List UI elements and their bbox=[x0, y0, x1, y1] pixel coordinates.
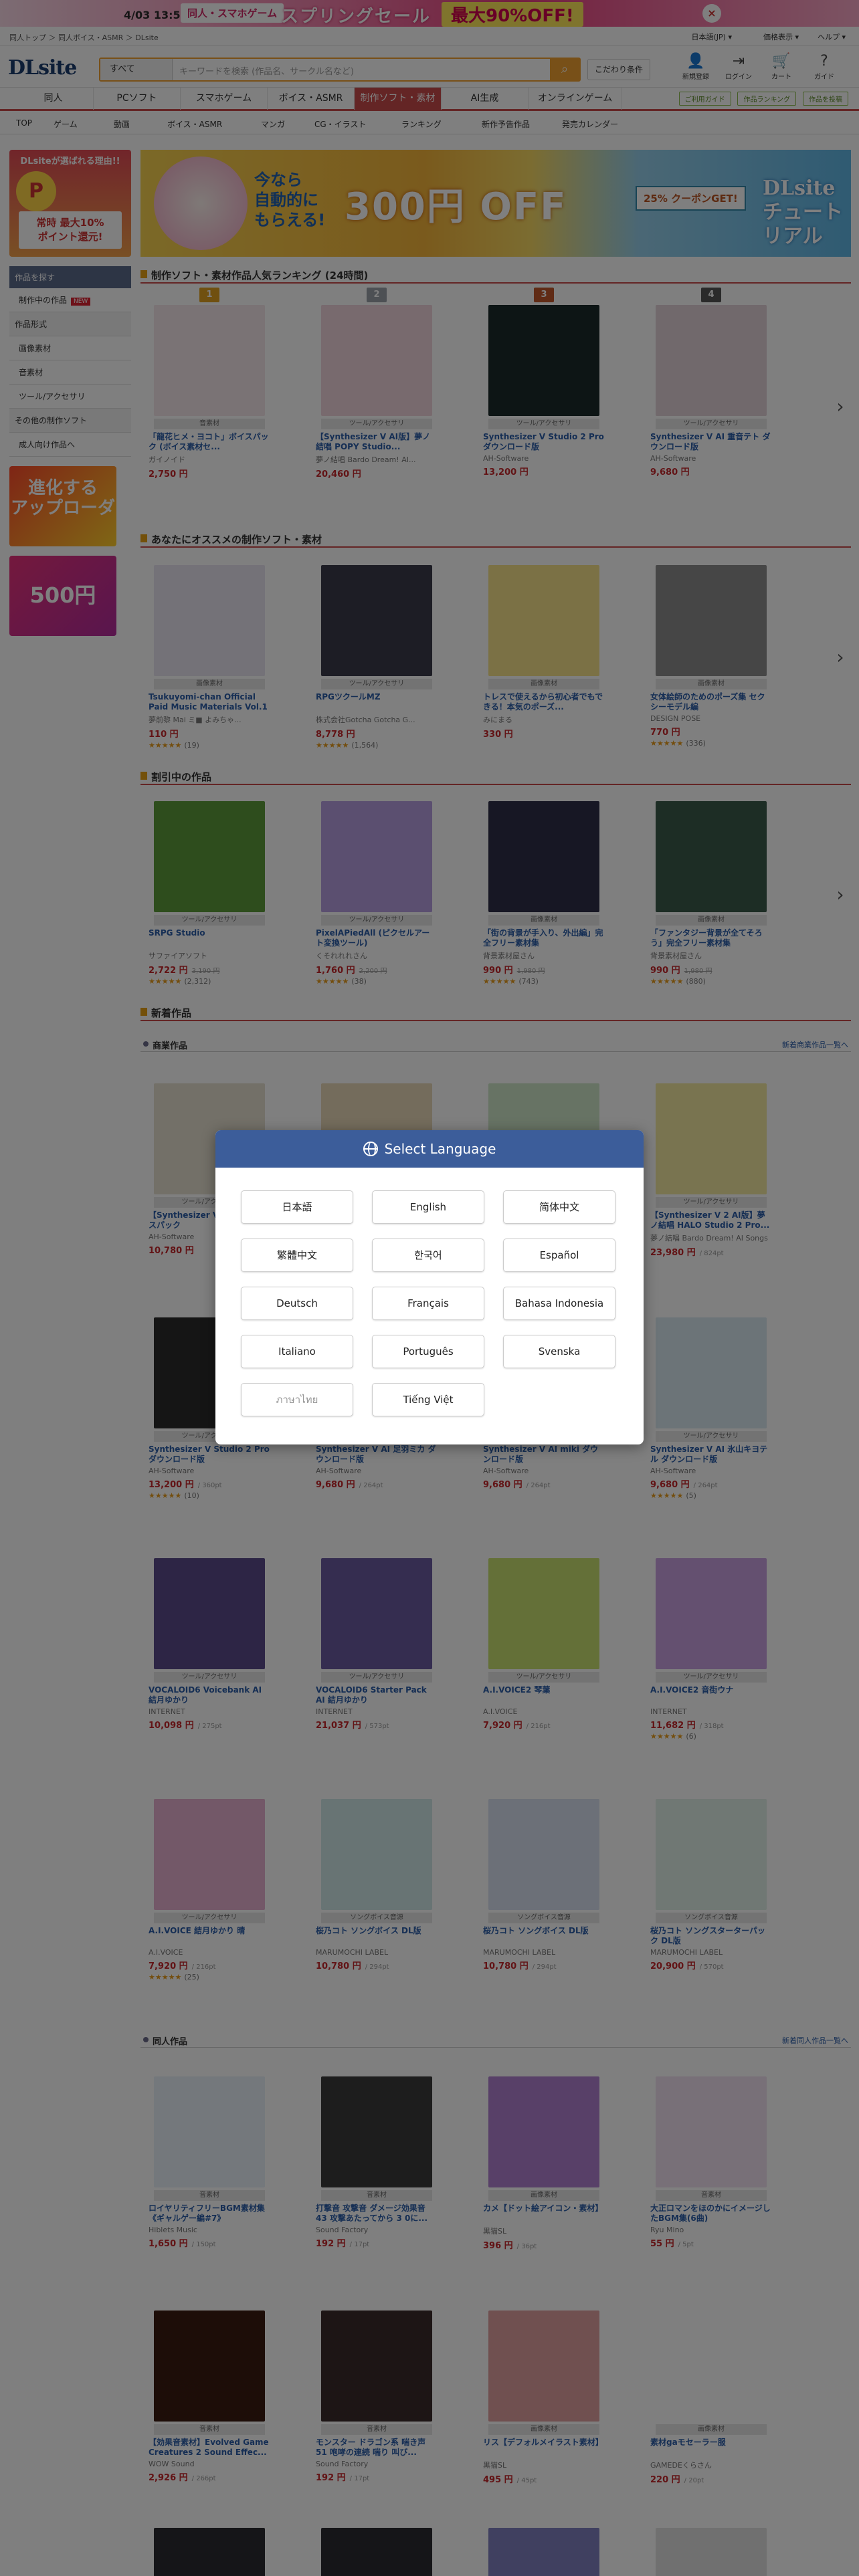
language-button-es[interactable]: Español bbox=[503, 1239, 615, 1272]
language-button-zh-tw[interactable]: 繁體中文 bbox=[241, 1239, 353, 1272]
language-modal: Select Language 日本語 English 简体中文 繁體中文 한국… bbox=[215, 1130, 644, 1444]
modal-header: Select Language bbox=[215, 1130, 644, 1168]
language-button-fr[interactable]: Français bbox=[372, 1287, 484, 1320]
language-button-en[interactable]: English bbox=[372, 1190, 484, 1224]
language-button-sv[interactable]: Svenska bbox=[503, 1335, 615, 1368]
language-button-id[interactable]: Bahasa Indonesia bbox=[503, 1287, 615, 1320]
language-button-ja[interactable]: 日本語 bbox=[241, 1190, 353, 1224]
modal-title: Select Language bbox=[384, 1141, 496, 1157]
language-button-it[interactable]: Italiano bbox=[241, 1335, 353, 1368]
page: 4/03 13:59まで 同人・スマホゲーム スプリングセール 最大90%OFF… bbox=[0, 0, 859, 2576]
language-button-vi[interactable]: Tiếng Việt bbox=[372, 1383, 484, 1416]
globe-icon bbox=[363, 1142, 378, 1156]
language-button-pt[interactable]: Português bbox=[372, 1335, 484, 1368]
language-button-th[interactable]: ภาษาไทย bbox=[241, 1383, 353, 1416]
language-button-zh-cn[interactable]: 简体中文 bbox=[503, 1190, 615, 1224]
language-button-ko[interactable]: 한국어 bbox=[372, 1239, 484, 1272]
language-button-de[interactable]: Deutsch bbox=[241, 1287, 353, 1320]
